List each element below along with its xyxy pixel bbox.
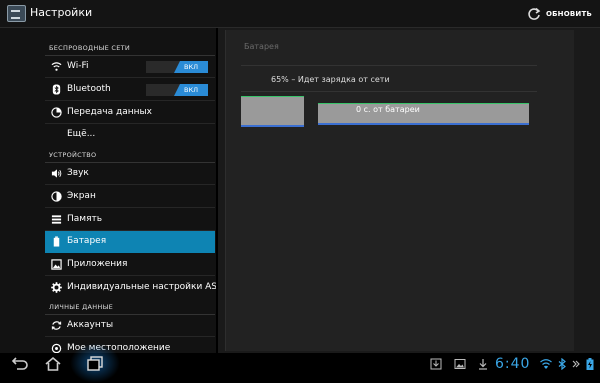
- settings-sidebar: БЕСПРОВОДНЫЕ СЕТИ Wi-Fi ВКЛ Bluetooth ВК…: [0, 28, 216, 353]
- sync-icon: [51, 321, 62, 330]
- refresh-label: ОБНОВИТЬ: [546, 9, 592, 18]
- display-icon: [51, 191, 62, 202]
- sidebar-item-storage[interactable]: Память: [45, 209, 215, 231]
- home-icon[interactable]: [44, 355, 62, 373]
- storage-icon: [51, 215, 62, 224]
- system-nav-bar: 6:40: [0, 343, 600, 383]
- sidebar-item-label: Bluetooth: [67, 84, 111, 94]
- sidebar-item-sound[interactable]: Звук: [45, 163, 215, 185]
- location-icon: [51, 343, 62, 353]
- sidebar-item-label: Батарея: [67, 236, 107, 246]
- apps-icon: [51, 259, 62, 270]
- sidebar-item-asus-settings[interactable]: Индивидуальные настройки ASUS: [45, 277, 216, 299]
- sidebar-item-label: Wi-Fi: [67, 61, 89, 71]
- time-on-battery: 0 с. от батареи: [356, 105, 420, 114]
- refresh-icon: [528, 7, 541, 20]
- sidebar-item-accounts[interactable]: Аккаунты: [45, 315, 215, 337]
- sidebar-item-label: Память: [67, 214, 103, 224]
- sidebar-item-battery[interactable]: Батарея: [45, 231, 215, 253]
- sidebar-item-bluetooth[interactable]: Bluetooth ВКЛ: [45, 79, 215, 101]
- sidebar-item-label: Приложения: [67, 259, 128, 269]
- bluetooth-toggle[interactable]: ВКЛ: [146, 84, 208, 96]
- sidebar-item-display[interactable]: Экран: [45, 186, 215, 208]
- page-title: Батарея: [244, 42, 279, 51]
- section-header-device: УСТРОЙСТВО: [49, 151, 97, 159]
- wifi-signal-icon: [540, 359, 552, 369]
- section-header-wireless: БЕСПРОВОДНЫЕ СЕТИ: [49, 44, 131, 52]
- sidebar-item-label: Передача данных: [67, 107, 152, 117]
- settings-app-icon[interactable]: [7, 5, 26, 22]
- battery-time-bar[interactable]: [318, 103, 529, 125]
- refresh-button[interactable]: ОБНОВИТЬ: [527, 5, 592, 22]
- sound-icon: [51, 169, 62, 178]
- data-usage-icon: [51, 107, 62, 118]
- sidebar-item-more[interactable]: Ещё...: [45, 124, 215, 146]
- action-bar: Настройки ОБНОВИТЬ: [0, 0, 600, 28]
- charging-status: 65% – Идет зарядка от сети: [271, 75, 390, 84]
- recent-apps-icon[interactable]: [86, 355, 104, 373]
- sidebar-item-data-usage[interactable]: Передача данных: [45, 102, 215, 124]
- wifi-toggle[interactable]: ВКЛ: [146, 61, 208, 73]
- download-icon[interactable]: [430, 358, 442, 370]
- bluetooth-status-icon: [558, 358, 566, 370]
- battery-detail-pane: Батарея 65% – Идет зарядка от сети 0 с. …: [218, 28, 600, 353]
- sidebar-item-label: Экран: [67, 191, 96, 201]
- status-clock: 6:40: [495, 356, 531, 372]
- sidebar-item-apps[interactable]: Приложения: [45, 254, 215, 276]
- gallery-icon[interactable]: [454, 358, 466, 370]
- section-header-personal: ЛИЧНЫЕ ДАННЫЕ: [49, 303, 114, 311]
- gear-icon: [51, 282, 62, 293]
- title-divider: [241, 65, 537, 66]
- battery-history-graph[interactable]: [241, 96, 304, 127]
- sidebar-item-label: Звук: [67, 168, 89, 178]
- app-title: Настройки: [30, 6, 93, 19]
- chevron-right-icon[interactable]: [570, 358, 582, 370]
- battery-charging-icon: [586, 358, 594, 370]
- battery-panel: Батарея 65% – Идет зарядка от сети 0 с. …: [225, 30, 574, 351]
- sidebar-item-label: Ещё...: [67, 129, 96, 139]
- usb-download-icon[interactable]: [477, 358, 489, 370]
- status-divider: [241, 91, 537, 92]
- sidebar-item-wifi[interactable]: Wi-Fi ВКЛ: [45, 56, 215, 78]
- bluetooth-icon: [52, 84, 61, 95]
- sidebar-item-label: Индивидуальные настройки ASUS: [67, 282, 216, 292]
- battery-icon: [53, 236, 60, 247]
- wifi-icon: [51, 62, 62, 71]
- sidebar-item-label: Аккаунты: [67, 320, 114, 330]
- back-icon[interactable]: [10, 355, 28, 373]
- toggle-on-label: ВКЛ: [174, 61, 208, 73]
- toggle-on-label: ВКЛ: [174, 84, 208, 96]
